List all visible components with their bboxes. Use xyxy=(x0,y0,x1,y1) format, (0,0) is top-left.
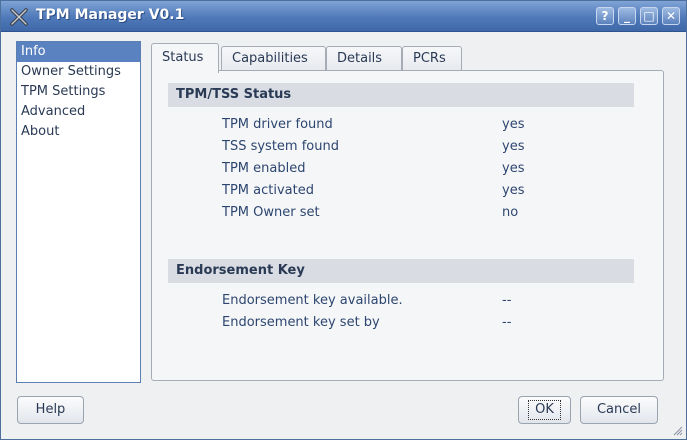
tab-pcrs[interactable]: PCRs xyxy=(402,46,462,72)
row-label: TPM driver found xyxy=(222,117,333,132)
sidebar-item-owner-settings[interactable]: Owner Settings xyxy=(17,62,140,82)
section-title-tpm-tss-status: TPM/TSS Status xyxy=(168,83,634,107)
row-value: -- xyxy=(502,293,512,308)
row-label: TPM Owner set xyxy=(222,205,320,220)
row-label: TPM activated xyxy=(222,183,314,198)
tpm-manager-window: TPM Manager V0.1 ? _ □ ✕ Info Owner Sett… xyxy=(0,0,687,440)
section-title-endorsement-key: Endorsement Key xyxy=(168,259,634,283)
resize-grip-icon[interactable] xyxy=(671,424,683,436)
sidebar-item-advanced[interactable]: Advanced xyxy=(17,102,140,122)
row-value: yes xyxy=(502,161,525,176)
row-value: no xyxy=(502,205,519,220)
sidebar-item-info[interactable]: Info xyxy=(17,42,140,62)
tab-capabilities[interactable]: Capabilities xyxy=(221,46,326,72)
help-title-button[interactable]: ? xyxy=(596,7,614,25)
row-value: yes xyxy=(502,183,525,198)
row-value: yes xyxy=(502,117,525,132)
maximize-button[interactable]: □ xyxy=(640,7,658,25)
window-title: TPM Manager V0.1 xyxy=(36,7,185,23)
close-button[interactable]: ✕ xyxy=(662,7,680,25)
sidebar-item-tpm-settings[interactable]: TPM Settings xyxy=(17,82,140,102)
row-value: yes xyxy=(502,139,525,154)
row-label: TSS system found xyxy=(222,139,339,154)
sidebar-nav: Info Owner Settings TPM Settings Advance… xyxy=(16,41,141,383)
tab-status[interactable]: Status xyxy=(151,43,219,73)
title-bar[interactable]: TPM Manager V0.1 ? _ □ ✕ xyxy=(1,1,686,32)
row-value: -- xyxy=(502,315,512,330)
ok-button[interactable]: OK xyxy=(518,396,571,424)
cancel-button[interactable]: Cancel xyxy=(580,396,658,424)
tab-details[interactable]: Details xyxy=(326,46,402,72)
x-app-icon xyxy=(9,7,29,27)
ok-button-label: OK xyxy=(528,400,561,420)
row-label: TPM enabled xyxy=(222,161,306,176)
status-panel: TPM/TSS Status TPM driver found yes TSS … xyxy=(151,70,664,381)
sidebar-item-about[interactable]: About xyxy=(17,122,140,142)
row-label: Endorsement key set by xyxy=(222,315,380,330)
minimize-button[interactable]: _ xyxy=(618,7,636,25)
row-label: Endorsement key available. xyxy=(222,293,403,308)
help-button[interactable]: Help xyxy=(17,396,84,424)
